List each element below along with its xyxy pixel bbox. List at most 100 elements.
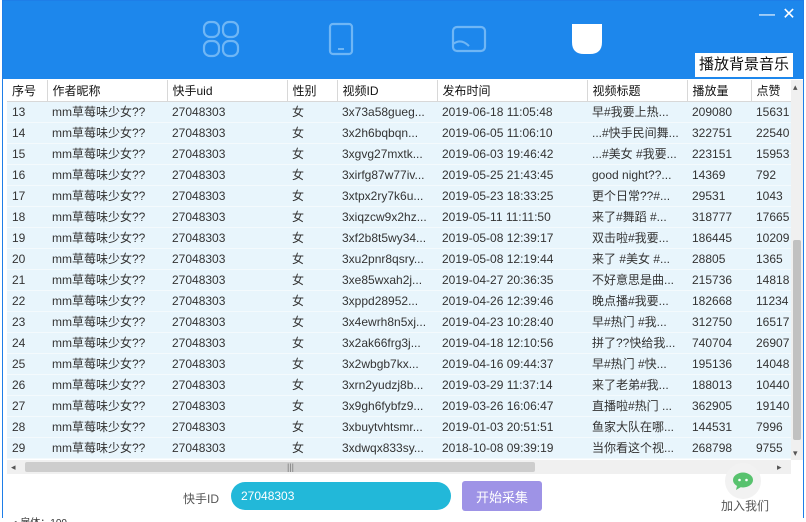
table-cell: 3xbuytvhtsmr... — [337, 416, 437, 438]
table-cell: 鱼家大队在哪... — [587, 416, 687, 438]
table-cell: 11234 — [751, 290, 791, 312]
close-button[interactable]: ✕ — [781, 7, 797, 23]
bgm-toggle[interactable]: 播放背景音乐 — [694, 53, 793, 77]
table-cell: 不好意思是曲... — [587, 269, 687, 291]
table-row[interactable]: 26 mm草莓味少女?? 27048303 女 3xrn2yudzj8b... 2019-… — [7, 374, 791, 396]
footer-bar: 快手ID 开始采集 加入我们 — [3, 463, 803, 519]
table-cell: 女 — [287, 374, 337, 396]
column-header[interactable]: 性别 — [287, 80, 338, 102]
vertical-scrollbar[interactable]: ▴ ▾ — [791, 80, 803, 460]
leaf-icon[interactable] — [567, 19, 607, 59]
table-cell: 17 — [7, 185, 47, 207]
table-cell: 3x73a58gueg... — [337, 101, 437, 123]
phone-icon[interactable] — [321, 19, 361, 59]
table-row[interactable]: 22 mm草莓味少女?? 27048303 女 3xppd28952... 2019-04… — [7, 290, 791, 312]
table-cell: mm草莓味少女?? — [47, 395, 167, 417]
minimize-button[interactable]: — — [759, 7, 775, 23]
column-header[interactable]: 发布时间 — [437, 80, 588, 102]
uid-input[interactable] — [231, 482, 451, 510]
table-cell: 9755 — [751, 437, 791, 459]
column-header[interactable]: 播放量 — [687, 80, 752, 102]
table-row[interactable]: 29 mm草莓味少女?? 27048303 女 3xdwqx833sy... 2018-1… — [7, 437, 791, 459]
table-cell: 2019-05-25 21:43:45 — [437, 164, 587, 186]
table-cell: 10209 — [751, 227, 791, 249]
table-cell: 14048 — [751, 353, 791, 375]
table-cell: 女 — [287, 290, 337, 312]
table-row[interactable]: 25 mm草莓味少女?? 27048303 女 3x2wbgb7kx... 2019-04… — [7, 353, 791, 375]
table-cell: 29531 — [687, 185, 751, 207]
table-cell: 3xppd28952... — [337, 290, 437, 312]
table-row[interactable]: 21 mm草莓味少女?? 27048303 女 3xe85wxah2j... 2019-0… — [7, 269, 791, 291]
column-header[interactable]: 视频标题 — [587, 80, 688, 102]
table-row[interactable]: 14 mm草莓味少女?? 27048303 女 3x2h6bqbqn... 2019-06… — [7, 122, 791, 144]
table-cell: 2019-01-03 20:51:51 — [437, 416, 587, 438]
grid-icon[interactable] — [201, 19, 241, 59]
table-cell: ...#美女 #我要... — [587, 143, 687, 165]
table-cell: 186445 — [687, 227, 751, 249]
table-cell: 女 — [287, 206, 337, 228]
table-cell: 25 — [7, 353, 47, 375]
horizontal-scrollbar[interactable]: ◂ ||| ▸ — [7, 460, 791, 474]
table-cell: 26 — [7, 374, 47, 396]
table-row[interactable]: 19 mm草莓味少女?? 27048303 女 3xf2b8t5wy34... 2019-… — [7, 227, 791, 249]
join-us-link[interactable]: 加入我们 — [721, 497, 769, 514]
table-cell: 3xirfg87w77iv... — [337, 164, 437, 186]
scroll-right-icon[interactable]: ▸ — [777, 460, 782, 474]
table-row[interactable]: 15 mm草莓味少女?? 27048303 女 3xgvg27mxtk... 2019-0… — [7, 143, 791, 165]
table-cell: 早#热门 #快... — [587, 353, 687, 375]
column-header[interactable]: 序号 — [7, 80, 48, 102]
table-row[interactable]: 28 mm草莓味少女?? 27048303 女 3xbuytvhtsmr... 2019-… — [7, 416, 791, 438]
video-table: 序号 作者昵称 快手uid 性别 视频ID 发布时间 视频标题 播放量 点赞 13 mm草莓味少女… — [7, 80, 791, 460]
table-row[interactable]: 20 mm草莓味少女?? 27048303 女 3xu2pnr8qsry... 2019-… — [7, 248, 791, 270]
table-row[interactable]: 27 mm草莓味少女?? 27048303 女 3x9gh6fybfz9... 2019-… — [7, 395, 791, 417]
table-cell: 27048303 — [167, 248, 287, 270]
table-cell: 18 — [7, 206, 47, 228]
table-cell: 14818 — [751, 269, 791, 291]
table-row[interactable]: 18 mm草莓味少女?? 27048303 女 3xiqzcw9x2hz... 2019-… — [7, 206, 791, 228]
table-cell: 223151 — [687, 143, 751, 165]
vertical-scroll-thumb[interactable] — [793, 240, 801, 440]
table-cell: 14369 — [687, 164, 751, 186]
scroll-down-icon[interactable]: ▾ — [793, 446, 798, 460]
scroll-left-icon[interactable]: ◂ — [11, 460, 16, 474]
table-cell: 188013 — [687, 374, 751, 396]
table-cell: 29 — [7, 437, 47, 459]
wechat-icon[interactable] — [725, 463, 761, 499]
table-cell: 27048303 — [167, 101, 287, 123]
table-cell: 22540 — [751, 122, 791, 144]
column-header[interactable]: 作者昵称 — [47, 80, 168, 102]
table-row[interactable]: 24 mm草莓味少女?? 27048303 女 3x2ak66frg3j... 2019-… — [7, 332, 791, 354]
table-cell: 早#热门 #我... — [587, 311, 687, 333]
table-cell: 2019-04-18 12:10:56 — [437, 332, 587, 354]
table-cell: 女 — [287, 311, 337, 333]
horizontal-scroll-thumb[interactable]: ||| — [25, 462, 535, 472]
column-header[interactable]: 点赞 — [751, 80, 791, 102]
table-cell: 22 — [7, 290, 47, 312]
column-header[interactable]: 视频ID — [337, 80, 438, 102]
table-cell: mm草莓味少女?? — [47, 248, 167, 270]
table-cell: 21 — [7, 269, 47, 291]
table-cell: 3xu2pnr8qsry... — [337, 248, 437, 270]
table-row[interactable]: 16 mm草莓味少女?? 27048303 女 3xirfg87w77iv... 2019… — [7, 164, 791, 186]
table-cell: 2019-04-16 09:44:37 — [437, 353, 587, 375]
table-header-row: 序号 作者昵称 快手uid 性别 视频ID 发布时间 视频标题 播放量 点赞 — [7, 80, 791, 102]
table-row[interactable]: 23 mm草莓味少女?? 27048303 女 3x4ewrh8n5xj... 2019-… — [7, 311, 791, 333]
table-cell: 1043 — [751, 185, 791, 207]
table-cell: 19 — [7, 227, 47, 249]
table-cell: 女 — [287, 101, 337, 123]
scroll-up-icon[interactable]: ▴ — [793, 80, 798, 94]
table-row[interactable]: 13 mm草莓味少女?? 27048303 女 3x73a58gueg... 2019-0… — [7, 101, 791, 123]
table-cell: 更个日常??#... — [587, 185, 687, 207]
table-cell: 27048303 — [167, 227, 287, 249]
table-cell: mm草莓味少女?? — [47, 374, 167, 396]
screen-icon[interactable] — [449, 19, 489, 59]
table-cell: 2019-05-11 11:11:50 — [437, 206, 587, 228]
table-cell: 27048303 — [167, 374, 287, 396]
table-cell: 17665 — [751, 206, 791, 228]
start-collect-button[interactable]: 开始采集 — [462, 481, 542, 511]
table-cell: mm草莓味少女?? — [47, 437, 167, 459]
app-window: — ✕ 播放背景音乐 序号 作者昵称 快手uid 性别 视频ID 发布时间 视频标题 播放量点… — [2, 0, 804, 519]
table-row[interactable]: 17 mm草莓味少女?? 27048303 女 3xtpx2ry7k6u... 2019-… — [7, 185, 791, 207]
column-header[interactable]: 快手uid — [167, 80, 288, 102]
table-cell: 318777 — [687, 206, 751, 228]
